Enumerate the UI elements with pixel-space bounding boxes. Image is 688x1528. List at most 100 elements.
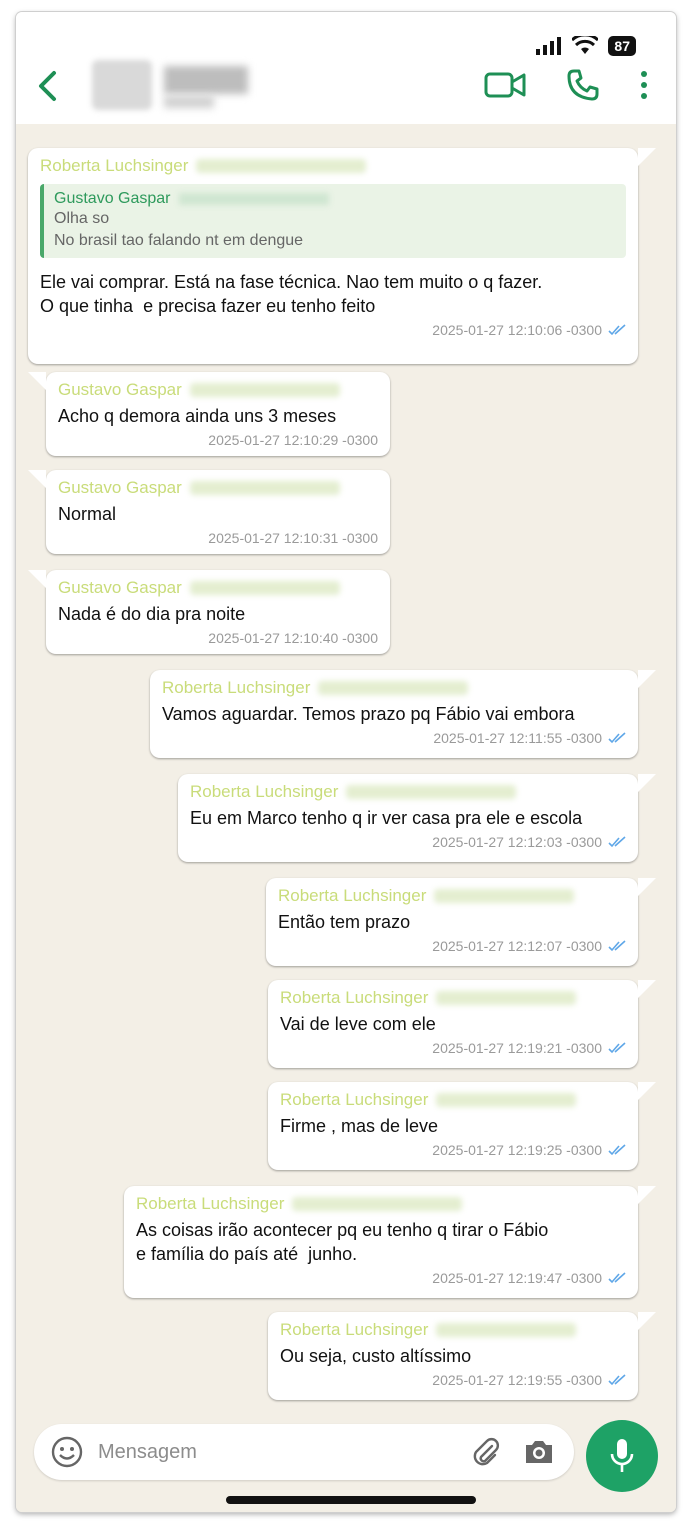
- sender-name: Roberta Luchsinger: [40, 156, 189, 175]
- message-sender: Gustavo Gaspar: [58, 380, 378, 400]
- redacted-phone: [318, 681, 469, 695]
- sender-name: Roberta Luchsinger: [136, 1194, 285, 1213]
- sender-name: Gustavo Gaspar: [58, 380, 182, 399]
- message-sender: Roberta Luchsinger: [280, 1320, 626, 1340]
- message-time: 2025-01-27 12:12:03 -0300: [432, 834, 602, 850]
- read-ticks-icon: [608, 1042, 626, 1054]
- more-vertical-icon[interactable]: [640, 70, 648, 100]
- phone-icon[interactable]: [566, 68, 600, 102]
- redacted-phone: [346, 785, 517, 799]
- voice-message-button[interactable]: [586, 1420, 658, 1492]
- message-bubble[interactable]: Roberta Luchsinger Ou seja, custo altíss…: [268, 1312, 656, 1400]
- message-composer: Mensagem: [16, 1414, 676, 1512]
- message-sender: Roberta Luchsinger: [280, 988, 626, 1008]
- status-bar: 87: [536, 36, 636, 56]
- paperclip-icon[interactable]: [470, 1436, 502, 1468]
- redacted-phone: [189, 481, 340, 495]
- message-sender: Gustavo Gaspar: [58, 578, 378, 598]
- battery-indicator: 87: [608, 36, 636, 56]
- message-text: Firme , mas de leve: [280, 1116, 439, 1136]
- quoted-line: No brasil tao falando nt em dengue: [54, 232, 304, 249]
- message-meta: 2025-01-27 12:19:21 -0300: [280, 1040, 626, 1056]
- microphone-icon: [610, 1439, 634, 1472]
- message-meta: 2025-01-27 12:19:55 -0300: [280, 1372, 626, 1388]
- redacted-phone: [196, 159, 367, 173]
- message-time: 2025-01-27 12:11:55 -0300: [433, 730, 602, 746]
- message-text: As coisas irão acontecer pq eu tenho q t…: [136, 1220, 549, 1264]
- read-ticks-icon: [608, 836, 626, 848]
- quoted-sender: Gustavo Gaspar: [54, 190, 616, 208]
- redacted-phone: [189, 581, 340, 595]
- signal-icon: [536, 37, 562, 55]
- message-bubble[interactable]: Gustavo Gaspar Normal 2025-01-27 12:10:3…: [28, 470, 390, 554]
- message-bubble[interactable]: Roberta Luchsinger Então tem prazo 2025-…: [266, 878, 656, 966]
- sender-name: Roberta Luchsinger: [280, 1090, 429, 1109]
- camera-icon[interactable]: [522, 1437, 556, 1467]
- read-ticks-icon: [608, 1374, 626, 1386]
- message-time: 2025-01-27 12:19:21 -0300: [432, 1040, 602, 1056]
- read-ticks-icon: [608, 324, 626, 336]
- message-sender: Gustavo Gaspar: [58, 478, 378, 498]
- read-ticks-icon: [608, 732, 626, 744]
- message-meta: 2025-01-27 12:10:31 -0300: [58, 530, 378, 546]
- sender-name: Roberta Luchsinger: [162, 678, 311, 697]
- message-text: Acho q demora ainda uns 3 meses: [58, 406, 337, 426]
- sender-name: Roberta Luchsinger: [280, 988, 429, 1007]
- message-time: 2025-01-27 12:19:47 -0300: [432, 1270, 602, 1286]
- video-call-icon[interactable]: [484, 71, 526, 99]
- message-bubble[interactable]: Roberta Luchsinger Firme , mas de leve 2…: [268, 1082, 656, 1170]
- read-ticks-icon: [608, 1272, 626, 1284]
- redacted-phone: [189, 383, 340, 397]
- message-text: Vamos aguardar. Temos prazo pq Fábio vai…: [162, 704, 575, 724]
- redacted-phone: [436, 1323, 577, 1337]
- message-text: Ele vai comprar. Está na fase técnica. N…: [40, 272, 543, 316]
- message-text: Normal: [58, 504, 117, 524]
- message-text: Nada é do dia pra noite: [58, 604, 246, 624]
- emoji-icon[interactable]: [50, 1435, 84, 1469]
- wifi-icon: [572, 36, 599, 54]
- message-bubble[interactable]: Gustavo Gaspar Acho q demora ainda uns 3…: [28, 372, 390, 456]
- chevron-left-icon: [39, 71, 56, 101]
- read-ticks-icon: [608, 940, 626, 952]
- message-meta: 2025-01-27 12:19:47 -0300: [136, 1270, 626, 1286]
- message-time: 2025-01-27 12:10:29 -0300: [208, 432, 378, 448]
- redacted-phone: [292, 1197, 463, 1211]
- message-meta: 2025-01-27 12:11:55 -0300: [162, 730, 626, 746]
- message-bubble[interactable]: Roberta Luchsinger Gustavo Gaspar Olha s…: [28, 148, 656, 364]
- message-time: 2025-01-27 12:10:06 -0300: [432, 322, 602, 338]
- message-bubble[interactable]: Roberta Luchsinger Eu em Marco tenho q i…: [178, 774, 656, 862]
- sender-name: Gustavo Gaspar: [58, 578, 182, 597]
- message-meta: 2025-01-27 12:12:03 -0300: [190, 834, 626, 850]
- message-text: Ou seja, custo altíssimo: [280, 1346, 472, 1366]
- quoted-message[interactable]: Gustavo Gaspar Olha so No brasil tao fal…: [40, 184, 626, 258]
- read-ticks-icon: [608, 1144, 626, 1156]
- redacted-phone: [436, 991, 577, 1005]
- message-time: 2025-01-27 12:19:55 -0300: [432, 1372, 602, 1388]
- message-bubble[interactable]: Roberta Luchsinger Vai de leve com ele 2…: [268, 980, 656, 1068]
- sender-name: Roberta Luchsinger: [190, 782, 339, 801]
- message-time: 2025-01-27 12:10:31 -0300: [208, 530, 378, 546]
- message-input[interactable]: Mensagem: [34, 1424, 574, 1480]
- chat-area[interactable]: Roberta Luchsinger Gustavo Gaspar Olha s…: [16, 124, 676, 1414]
- sender-name: Roberta Luchsinger: [280, 1320, 429, 1339]
- message-text: Eu em Marco tenho q ir ver casa pra ele …: [190, 808, 583, 828]
- message-meta: 2025-01-27 12:10:29 -0300: [58, 432, 378, 448]
- message-bubble[interactable]: Roberta Luchsinger Vamos aguardar. Temos…: [150, 670, 656, 758]
- contact-name[interactable]: [164, 66, 248, 94]
- home-indicator: [226, 1496, 476, 1504]
- message-bubble[interactable]: Roberta Luchsinger As coisas irão aconte…: [124, 1186, 656, 1298]
- sender-name: Roberta Luchsinger: [278, 886, 427, 905]
- message-meta: 2025-01-27 12:12:07 -0300: [278, 938, 626, 954]
- message-text: Vai de leve com ele: [280, 1014, 436, 1034]
- redacted-phone: [434, 889, 575, 903]
- header-actions: [484, 68, 648, 102]
- message-sender: Roberta Luchsinger: [162, 678, 626, 698]
- message-bubble[interactable]: Gustavo Gaspar Nada é do dia pra noite 2…: [28, 570, 390, 654]
- message-sender: Roberta Luchsinger: [190, 782, 626, 802]
- message-meta: 2025-01-27 12:19:25 -0300: [280, 1142, 626, 1158]
- message-time: 2025-01-27 12:12:07 -0300: [432, 938, 602, 954]
- back-button[interactable]: [36, 70, 60, 107]
- message-sender: Roberta Luchsinger: [136, 1194, 626, 1214]
- avatar[interactable]: [92, 60, 152, 110]
- message-time: 2025-01-27 12:19:25 -0300: [432, 1142, 602, 1158]
